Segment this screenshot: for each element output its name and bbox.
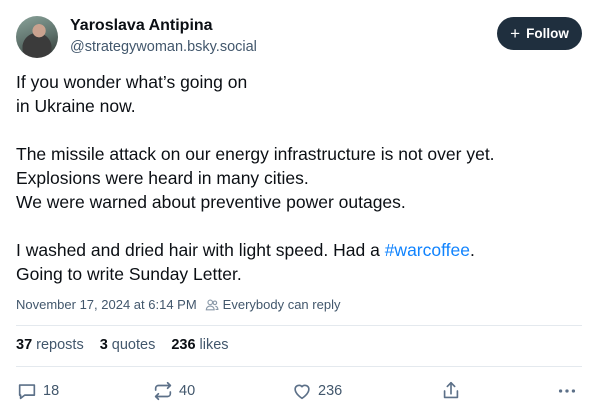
reply-button[interactable]: 18 <box>16 380 59 402</box>
follow-button-label: Follow <box>526 26 569 41</box>
plus-icon: + <box>510 23 521 43</box>
like-button[interactable]: 236 <box>291 380 342 402</box>
quotes-stat[interactable]: 3 quotes <box>100 337 156 353</box>
post-line: Explosions were heard in many cities. <box>16 168 309 188</box>
reposts-count: 37 <box>16 337 33 353</box>
people-icon <box>205 299 219 310</box>
quotes-label: quotes <box>111 337 156 353</box>
divider <box>16 325 582 326</box>
post-line: Going to write Sunday Letter. <box>16 264 242 284</box>
post-line: If you wonder what’s going on <box>16 72 248 92</box>
likes-label: likes <box>199 337 229 353</box>
post-line-text: I washed and dried hair with light speed… <box>16 240 385 260</box>
engagement-stats: 37 reposts 3 quotes 236 likes <box>16 337 229 353</box>
likes-stat[interactable]: 236 likes <box>171 337 228 353</box>
post-text: If you wonder what’s going on in Ukraine… <box>16 70 582 286</box>
post-line-with-hashtag: I washed and dried hair with light speed… <box>16 238 582 262</box>
reply-setting-label: Everybody can reply <box>222 297 341 312</box>
reply-setting: Everybody can reply <box>205 297 341 312</box>
heart-icon <box>294 384 310 400</box>
post-line: The missile attack on our energy infrast… <box>16 144 495 164</box>
post-line-break <box>16 214 582 238</box>
avatar[interactable] <box>16 16 58 58</box>
post-timestamp[interactable]: November 17, 2024 at 6:14 PM <box>16 297 197 312</box>
more-options-button[interactable] <box>556 380 578 402</box>
post-line-suffix: . <box>470 240 475 260</box>
more-icon <box>558 389 576 393</box>
reposts-stat[interactable]: 37 reposts <box>16 337 84 353</box>
post-line: in Ukraine now. <box>16 96 136 116</box>
repost-button[interactable]: 40 <box>152 380 195 402</box>
likes-count: 236 <box>171 337 196 353</box>
follow-button[interactable]: + Follow <box>497 17 582 50</box>
author-handle[interactable]: @strategywoman.bsky.social <box>70 39 257 55</box>
reposts-label: reposts <box>36 337 84 353</box>
hashtag-link[interactable]: #warcoffee <box>385 240 470 260</box>
share-button[interactable] <box>440 380 462 402</box>
repost-count: 40 <box>179 383 196 399</box>
action-bar: 18 40 236 <box>16 380 582 404</box>
post-line-break <box>16 118 582 142</box>
post-card: Yaroslava Antipina @strategywoman.bsky.s… <box>0 0 598 417</box>
like-count: 236 <box>318 383 343 399</box>
post-meta: November 17, 2024 at 6:14 PM Everybody c… <box>16 297 340 312</box>
comment-icon <box>18 384 36 400</box>
reply-count: 18 <box>43 383 60 399</box>
divider <box>16 366 582 367</box>
share-icon <box>443 381 459 399</box>
author-display-name[interactable]: Yaroslava Antipina <box>70 17 213 35</box>
quotes-count: 3 <box>99 337 108 353</box>
post-line: We were warned about preventive power ou… <box>16 192 406 212</box>
repost-icon <box>154 381 172 401</box>
